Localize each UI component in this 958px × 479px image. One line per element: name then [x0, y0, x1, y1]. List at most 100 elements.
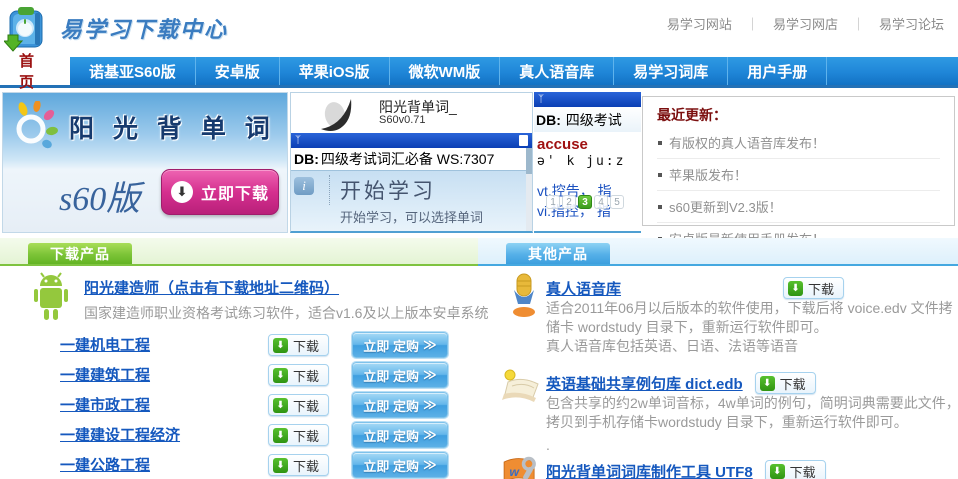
order-label: 立即 定购 [363, 426, 419, 445]
banner-subtitle: s60版 [59, 171, 140, 220]
download-button[interactable]: ⬇下载 [765, 460, 826, 479]
section-bar-others: 其他产品 [478, 238, 958, 266]
download-arrow-icon: ⬇ [273, 398, 288, 413]
bullet-icon [658, 141, 662, 145]
news-item-text: s60更新到V2.3版！ [669, 197, 782, 216]
app-screenshot-header: 阳光背单词_ S60v0.71 [291, 93, 532, 133]
tab-download-products[interactable]: 下载产品 [28, 243, 132, 264]
download-label: 下载 [293, 336, 319, 355]
item-link[interactable]: 一建建设工程经济 [60, 427, 180, 444]
chevron-right-icon: ≫ [423, 367, 437, 383]
download-label: 下载 [293, 366, 319, 385]
download-button[interactable]: ⬇下载 [783, 277, 844, 299]
word-headword: accuse [534, 132, 641, 153]
page: 易学习下载中心 易学习网站 ｜ 易学习网店 ｜ 易学习论坛 首 页 诺基亚S60版 安卓… [0, 0, 958, 479]
nav-tab-android[interactable]: 安卓版 [196, 57, 280, 85]
product-link-example-db[interactable]: 英语基础共享例句库 dict.edb [546, 373, 743, 394]
chevron-right-icon: ≫ [423, 397, 437, 413]
nav-tab-dict[interactable]: 易学习词库 [614, 57, 728, 85]
download-button[interactable]: ⬇下载 [268, 454, 329, 476]
db-status-line: DB: 四级考试词汇必备 WS:7307 [291, 148, 532, 170]
download-row: 一建建筑工程 ⬇ 下载 立即 定购≫ [60, 364, 460, 390]
download-label: 下载 [293, 396, 319, 415]
db-value: 四级考试词汇必备 WS:7307 [321, 149, 494, 169]
promo-banner[interactable]: 阳 光 背 单 词 s60版 ⬇ 立即下载 [2, 92, 288, 233]
app-logo-icon [317, 95, 373, 133]
product-title-row: 阳光建造师（点击有下载地址二维码） [84, 277, 339, 298]
pager-item-active[interactable]: 3 [578, 195, 592, 209]
recent-updates-title: 最近更新： [657, 105, 940, 125]
product-link-jianzaoshi[interactable]: 阳光建造师（点击有下载地址二维码） [84, 280, 339, 297]
nav-tab-s60[interactable]: 诺基亚S60版 [70, 57, 196, 85]
news-item[interactable]: s60更新到V2.3版！ [657, 191, 940, 223]
chevron-right-icon: ≫ [423, 337, 437, 353]
order-now-button[interactable]: 立即 定购≫ [352, 332, 448, 358]
nav-tab-home[interactable]: 首 页 [0, 57, 70, 85]
nav-tab-manual[interactable]: 用户手册 [728, 57, 827, 85]
news-item[interactable]: 苹果版发布！ [657, 159, 940, 191]
download-button[interactable]: ⬇ 下载 [268, 394, 329, 416]
screenshot-pager: 1 2 3 4 5 [546, 195, 624, 209]
nav-tab-voice[interactable]: 真人语音库 [500, 57, 614, 85]
bullet-icon [658, 205, 662, 209]
item-link[interactable]: 一建公路工程 [60, 457, 150, 474]
product-title-row: 真人语音库 ⬇下载 [546, 277, 844, 299]
order-label: 立即 定购 [363, 456, 419, 475]
site-logo[interactable]: 易学习下载中心 [4, 3, 228, 53]
product-desc-line: 适合2011年06月以后版本的软件使用，下载后将 voice.edv 文件拷 [546, 299, 953, 318]
pager-item[interactable]: 4 [594, 195, 608, 209]
link-separator: ｜ [852, 17, 865, 32]
download-button[interactable]: ⬇下载 [268, 334, 329, 356]
item-link[interactable]: 一建建筑工程 [60, 367, 150, 384]
nav-tab-ios[interactable]: 苹果iOS版 [280, 57, 390, 85]
section-bar-downloads: 下载产品 [0, 238, 478, 266]
download-arrow-icon: ⬇ [273, 368, 288, 383]
app-screenshot-word: ᛉ DB: 四级考试 accuse ə' k ju:z vt.控告， 指 vi.… [534, 92, 641, 233]
download-button[interactable]: ⬇ 下载 [268, 364, 329, 386]
top-link-website[interactable]: 易学习网站 [667, 17, 732, 32]
pager-item[interactable]: 1 [546, 195, 560, 209]
db-label: DB: [294, 151, 319, 167]
pager-item[interactable]: 5 [610, 195, 624, 209]
microphone-icon [508, 272, 540, 320]
pager-item[interactable]: 2 [562, 195, 576, 209]
product-link-voice-lib[interactable]: 真人语音库 [546, 278, 621, 299]
download-button[interactable]: ⬇下载 [755, 372, 816, 394]
link-separator: ｜ [746, 17, 759, 32]
product-desc-line: 包含共享的约2w单词音标，4w单词的例句，简明词典需要此文件，下 [546, 394, 958, 413]
product-desc-line: . [546, 436, 550, 455]
download-label: 下载 [293, 456, 319, 475]
product-link-dict-tool[interactable]: 阳光背单词词库制作工具 UTF8 [546, 461, 753, 479]
nav-tab-wm[interactable]: 微软WM版 [390, 57, 501, 85]
signal-icon: ᛉ [295, 136, 301, 146]
item-link[interactable]: 一建市政工程 [60, 397, 150, 414]
order-label: 立即 定购 [363, 336, 419, 355]
order-now-button[interactable]: 立即 定购≫ [352, 362, 448, 388]
backpack-logo-icon [4, 3, 52, 53]
order-label: 立即 定购 [363, 396, 419, 415]
db-label: DB: [536, 112, 561, 128]
tab-other-products[interactable]: 其他产品 [506, 243, 610, 264]
chevron-right-icon: ≫ [423, 457, 437, 473]
sun-logo-icon [9, 101, 59, 151]
download-label: 下载 [293, 426, 319, 445]
chevron-right-icon: ≫ [423, 427, 437, 443]
download-button[interactable]: ⬇下载 [268, 424, 329, 446]
item-link[interactable]: 一建机电工程 [60, 337, 150, 354]
top-link-store[interactable]: 易学习网店 [773, 17, 838, 32]
banner-download-button[interactable]: ⬇ 立即下载 [161, 169, 279, 215]
news-item-text: 有版权的真人语音库发布！ [669, 133, 825, 152]
top-link-forum[interactable]: 易学习论坛 [879, 17, 944, 32]
news-item[interactable]: 有版权的真人语音库发布！ [657, 127, 940, 159]
news-item-text: 苹果版发布！ [669, 165, 747, 184]
order-now-button[interactable]: 立即 定购≫ [352, 392, 448, 418]
order-now-button[interactable]: 立即 定购≫ [352, 452, 448, 478]
phone-status-bar: ᛉ [291, 133, 532, 148]
tool-icon: w [500, 455, 540, 479]
phone-status-bar: ᛉ [534, 92, 641, 107]
menu-item-desc: 开始学习，可以选择单词 [340, 207, 483, 226]
download-row: 一建市政工程 ⬇ 下载 立即 定购≫ [60, 394, 460, 420]
product-desc-line: 储卡 wordstudy 目录下，重新运行软件即可。 [546, 318, 828, 337]
order-label: 立即 定购 [363, 366, 419, 385]
order-now-button[interactable]: 立即 定购≫ [352, 422, 448, 448]
